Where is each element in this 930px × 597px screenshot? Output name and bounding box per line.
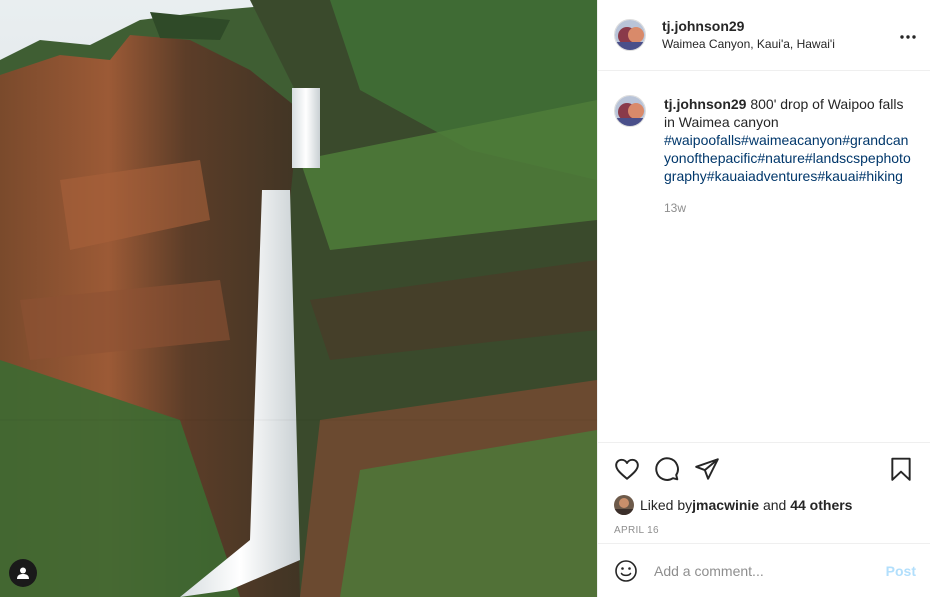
- waterfall-photo: [0, 0, 597, 597]
- action-icons: [614, 453, 914, 485]
- post-header: tj.johnson29 Waimea Canyon, Kaui'a, Hawa…: [598, 0, 930, 71]
- caption-avatar[interactable]: [614, 95, 646, 127]
- post-location[interactable]: Waimea Canyon, Kaui'a, Hawai'i: [662, 35, 835, 53]
- smiley-icon[interactable]: [614, 559, 638, 583]
- post-username[interactable]: tj.johnson29: [662, 17, 835, 35]
- likes-prefix: Liked by: [640, 497, 693, 513]
- header-text: tj.johnson29 Waimea Canyon, Kaui'a, Hawa…: [662, 17, 835, 53]
- likes-others[interactable]: 44 others: [790, 497, 852, 513]
- caption-body: tj.johnson29 800' drop of Waipoo falls i…: [664, 95, 914, 217]
- post-photo[interactable]: [0, 0, 597, 597]
- post-sidebar: tj.johnson29 Waimea Canyon, Kaui'a, Hawa…: [597, 0, 930, 597]
- comment-input[interactable]: [654, 562, 886, 579]
- liker-avatar[interactable]: [614, 495, 634, 515]
- user-tag-icon[interactable]: [9, 559, 37, 587]
- more-horizontal-icon[interactable]: [900, 26, 916, 44]
- paper-plane-icon[interactable]: [694, 456, 720, 482]
- likes-summary: Liked by jmacwinie and 44 others: [614, 495, 914, 515]
- instagram-post: tj.johnson29 Waimea Canyon, Kaui'a, Hawa…: [0, 0, 930, 597]
- liker-username[interactable]: jmacwinie: [692, 497, 759, 513]
- post-comment-button[interactable]: Post: [886, 563, 916, 579]
- post-actions: Liked by jmacwinie and 44 others APRIL 1…: [598, 442, 930, 543]
- post-date[interactable]: APRIL 16: [614, 525, 914, 536]
- comments-area: tj.johnson29 800' drop of Waipoo falls i…: [598, 71, 930, 442]
- caption-hashtags[interactable]: #waipoofalls#waimeacanyon#grandcanyonoft…: [664, 132, 911, 184]
- caption-age[interactable]: 13w: [664, 199, 914, 217]
- avatar[interactable]: [614, 19, 646, 51]
- caption-username[interactable]: tj.johnson29: [664, 96, 746, 112]
- caption: tj.johnson29 800' drop of Waipoo falls i…: [614, 95, 914, 217]
- likes-middle: and: [759, 497, 791, 513]
- add-comment-bar: Post: [598, 543, 930, 597]
- comment-icon[interactable]: [654, 456, 680, 482]
- heart-icon[interactable]: [614, 456, 640, 482]
- bookmark-icon[interactable]: [888, 456, 914, 482]
